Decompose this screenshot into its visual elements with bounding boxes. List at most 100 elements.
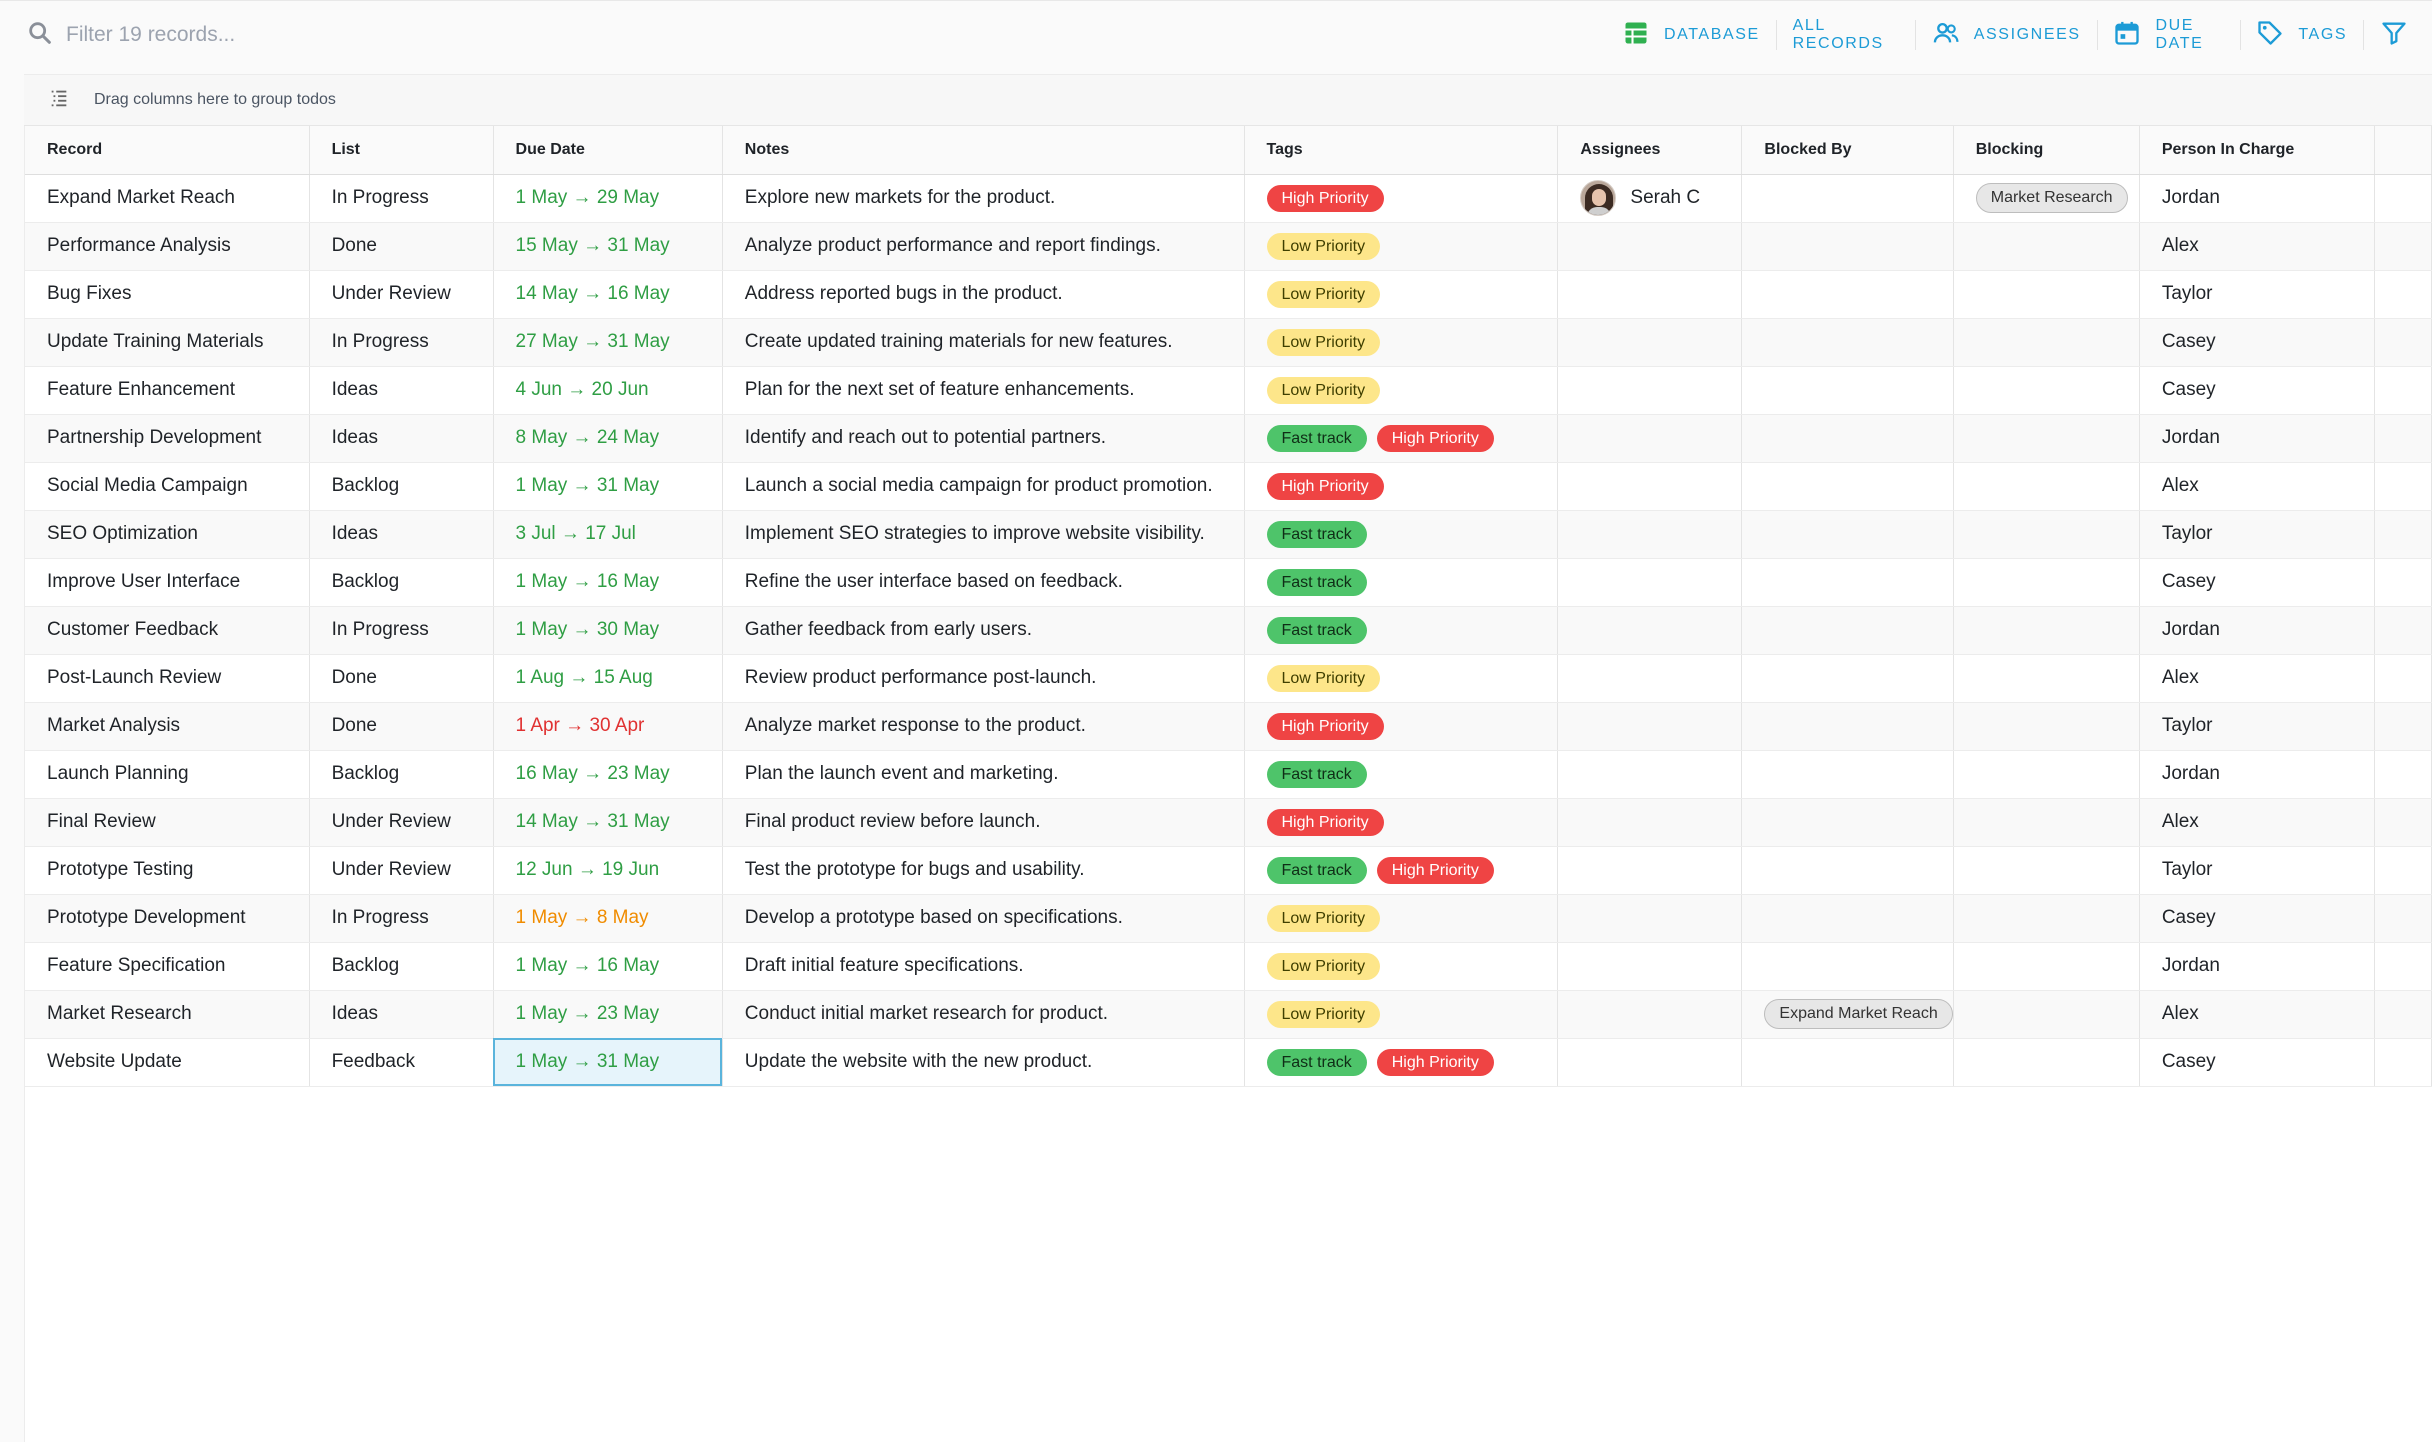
tag-badge[interactable]: Fast track	[1266, 1048, 1367, 1076]
cell-assignees[interactable]	[1557, 798, 1743, 847]
cell-list[interactable]: In Progress	[309, 318, 494, 367]
cell-blocking[interactable]	[1953, 894, 2140, 943]
tag-badge[interactable]: Fast track	[1266, 568, 1367, 596]
cell-person-in-charge[interactable]: Taylor	[2139, 510, 2376, 559]
cell-blocked-by[interactable]: Expand Market Reach	[1741, 990, 1954, 1039]
cell-overflow[interactable]	[2374, 174, 2432, 223]
cell-list[interactable]: Feedback	[309, 1038, 494, 1087]
cell-blocked-by[interactable]	[1741, 654, 1954, 703]
cell-assignees[interactable]	[1557, 702, 1743, 751]
tag-badge[interactable]: Fast track	[1266, 760, 1367, 788]
cell-tags[interactable]: Fast track	[1244, 606, 1559, 655]
cell-blocked-by[interactable]	[1741, 462, 1954, 511]
tag-badge[interactable]: High Priority	[1266, 184, 1384, 212]
table-row[interactable]: Feature Specification Backlog 1 May → 16 M…	[25, 942, 2432, 991]
cell-overflow[interactable]	[2374, 558, 2432, 607]
cell-blocking[interactable]	[1953, 750, 2140, 799]
cell-blocking[interactable]	[1953, 702, 2140, 751]
cell-person-in-charge[interactable]: Casey	[2139, 366, 2376, 415]
tag-badge[interactable]: Low Priority	[1266, 328, 1381, 356]
cell-due-date[interactable]: 1 May → 16 May	[493, 942, 723, 991]
cell-list[interactable]: Under Review	[309, 270, 494, 319]
cell-person-in-charge[interactable]: Taylor	[2139, 270, 2376, 319]
cell-list[interactable]: In Progress	[309, 606, 494, 655]
cell-list[interactable]: In Progress	[309, 174, 494, 223]
tag-badge[interactable]: Fast track	[1266, 616, 1367, 644]
cell-tags[interactable]: High Priority	[1244, 702, 1559, 751]
cell-list[interactable]: Backlog	[309, 750, 494, 799]
tag-badge[interactable]: Low Priority	[1266, 376, 1381, 404]
cell-blocking[interactable]	[1953, 846, 2140, 895]
cell-tags[interactable]: Low Priority	[1244, 318, 1559, 367]
cell-list[interactable]: In Progress	[309, 894, 494, 943]
cell-overflow[interactable]	[2374, 606, 2432, 655]
cell-notes[interactable]: Final product review before launch.	[722, 798, 1245, 847]
cell-blocking[interactable]	[1953, 1038, 2140, 1087]
cell-tags[interactable]: Low Priority	[1244, 894, 1559, 943]
cell-list[interactable]: Ideas	[309, 366, 494, 415]
table-row[interactable]: Website Update Feedback 1 May → 31 May Upda…	[25, 1038, 2432, 1087]
column-header-assignees[interactable]: Assignees	[1557, 126, 1743, 175]
cell-assignees[interactable]	[1557, 318, 1743, 367]
cell-due-date[interactable]: 12 Jun → 19 Jun	[493, 846, 723, 895]
cell-blocking[interactable]: Market Research	[1953, 174, 2140, 223]
filter-button[interactable]	[2370, 17, 2432, 53]
cell-person-in-charge[interactable]: Alex	[2139, 222, 2376, 271]
cell-notes[interactable]: Explore new markets for the product.	[722, 174, 1245, 223]
tag-badge[interactable]: Low Priority	[1266, 232, 1381, 260]
cell-due-date[interactable]: 4 Jun → 20 Jun	[493, 366, 723, 415]
cell-tags[interactable]: Fast track	[1244, 558, 1559, 607]
cell-due-date[interactable]: 16 May → 23 May	[493, 750, 723, 799]
column-header-due-date[interactable]: Due Date	[493, 126, 723, 175]
cell-tags[interactable]: Fast track High Priority	[1244, 1038, 1559, 1087]
cell-list[interactable]: Done	[309, 702, 494, 751]
search-input[interactable]	[66, 18, 666, 52]
cell-list[interactable]: Ideas	[309, 990, 494, 1039]
cell-record[interactable]: Feature Specification	[25, 942, 310, 991]
cell-record[interactable]: Feature Enhancement	[25, 366, 310, 415]
cell-notes[interactable]: Implement SEO strategies to improve webs…	[722, 510, 1245, 559]
cell-notes[interactable]: Update the website with the new product.	[722, 1038, 1245, 1087]
cell-person-in-charge[interactable]: Jordan	[2139, 414, 2376, 463]
cell-blocking[interactable]	[1953, 510, 2140, 559]
cell-due-date[interactable]: 1 May → 23 May	[493, 990, 723, 1039]
cell-assignees[interactable]	[1557, 510, 1743, 559]
cell-record[interactable]: Customer Feedback	[25, 606, 310, 655]
cell-overflow[interactable]	[2374, 414, 2432, 463]
cell-blocked-by[interactable]	[1741, 510, 1954, 559]
cell-blocked-by[interactable]	[1741, 558, 1954, 607]
cell-due-date[interactable]: 1 May → 31 May	[493, 462, 723, 511]
cell-notes[interactable]: Address reported bugs in the product.	[722, 270, 1245, 319]
assignee[interactable]: Serah C	[1580, 180, 1719, 216]
cell-person-in-charge[interactable]: Casey	[2139, 894, 2376, 943]
cell-assignees[interactable]	[1557, 750, 1743, 799]
cell-tags[interactable]: Fast track High Priority	[1244, 846, 1559, 895]
cell-list[interactable]: Done	[309, 222, 494, 271]
tag-badge[interactable]: High Priority	[1376, 1048, 1494, 1076]
cell-tags[interactable]: Low Priority	[1244, 270, 1559, 319]
cell-notes[interactable]: Create updated training materials for ne…	[722, 318, 1245, 367]
column-header-tags[interactable]: Tags	[1244, 126, 1559, 175]
cell-list[interactable]: Ideas	[309, 414, 494, 463]
cell-overflow[interactable]	[2374, 366, 2432, 415]
cell-person-in-charge[interactable]: Taylor	[2139, 702, 2376, 751]
cell-list[interactable]: Backlog	[309, 558, 494, 607]
cell-blocking[interactable]	[1953, 990, 2140, 1039]
cell-tags[interactable]: High Priority	[1244, 462, 1559, 511]
cell-tags[interactable]: High Priority	[1244, 798, 1559, 847]
cell-list[interactable]: Ideas	[309, 510, 494, 559]
table-row[interactable]: Prototype Development In Progress 1 May → …	[25, 894, 2432, 943]
cell-overflow[interactable]	[2374, 222, 2432, 271]
cell-due-date[interactable]: 14 May → 31 May	[493, 798, 723, 847]
cell-assignees[interactable]	[1557, 366, 1743, 415]
cell-list[interactable]: Backlog	[309, 942, 494, 991]
column-header-list[interactable]: List	[309, 126, 494, 175]
cell-due-date[interactable]: 1 May → 30 May	[493, 606, 723, 655]
view-tags-button[interactable]: TAGS	[2246, 17, 2357, 53]
cell-person-in-charge[interactable]: Casey	[2139, 318, 2376, 367]
cell-blocked-by[interactable]	[1741, 1038, 1954, 1087]
cell-notes[interactable]: Analyze market response to the product.	[722, 702, 1245, 751]
tag-badge[interactable]: Low Priority	[1266, 952, 1381, 980]
cell-blocking[interactable]	[1953, 270, 2140, 319]
table-row[interactable]: Expand Market Reach In Progress 1 May → 29…	[25, 174, 2432, 223]
